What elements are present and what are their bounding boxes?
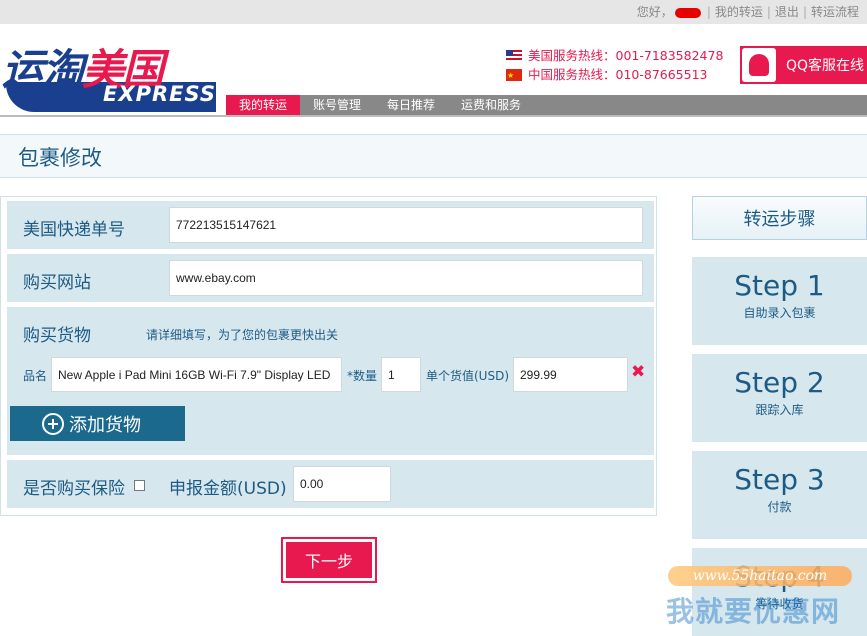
item-name-input[interactable]: New Apple i Pad Mini 16GB Wi-Fi 7.9" Dis… [51, 357, 342, 392]
step-card-1: Step 1 自助录入包裹 [692, 257, 867, 345]
step-card-3: Step 3 付款 [692, 451, 867, 539]
steps-heading: 转运步骤 [692, 196, 867, 240]
qty-input[interactable]: 1 [381, 357, 421, 392]
website-row: 购买网站 www.ebay.com [7, 254, 654, 302]
step-desc: 跟踪入库 [755, 403, 804, 417]
insurance-checkbox[interactable] [134, 480, 145, 491]
insurance-label: 是否购买保险 [23, 479, 125, 499]
declared-input[interactable]: 0.00 [293, 466, 391, 502]
tracking-input[interactable]: 772213515147621 [169, 207, 643, 243]
package-form: 美国快递单号 772213515147621 购买网站 www.ebay.com… [0, 196, 657, 516]
greeting-text: 您好， [636, 5, 673, 19]
add-goods-button[interactable]: 添加货物 [10, 406, 185, 441]
watermark-url: www.55haitao.com [668, 566, 852, 586]
separator: | [766, 5, 771, 19]
my-forwarding-link[interactable]: 我的转运 [715, 5, 763, 19]
declared-label: 申报金额(USD) [169, 479, 287, 499]
top-links: 您好， | 我的转运 | 退出 | 转运流程 [637, 3, 859, 20]
site-logo[interactable]: 运淘美国 EXPRESS [2, 30, 222, 118]
step-title: Step 1 [734, 269, 825, 302]
watermark-text: 我就要优惠网 [666, 595, 841, 628]
step-card-2: Step 2 跟踪入库 [692, 354, 867, 442]
top-bar: 您好， | 我的转运 | 退出 | 转运流程 [0, 0, 867, 24]
website-label: 购买网站 [23, 273, 91, 293]
main-nav: 我的转运 账号管理 每日推荐 运费和服务 [226, 95, 867, 115]
plus-circle-icon [42, 412, 64, 435]
website-input[interactable]: www.ebay.com [169, 260, 643, 296]
step-title: Step 2 [734, 366, 825, 399]
hotline-cn-text: 中国服务热线：010-87665513 [528, 67, 708, 82]
hotline-us: 美国服务热线：001-7183582478 [506, 46, 723, 65]
qq-label: QQ客服在线 [786, 58, 865, 74]
cn-flag-icon [506, 66, 522, 85]
unit-value-label: 单个货值(USD) [426, 369, 510, 383]
step-title: Step 3 [734, 463, 825, 496]
insurance-row: 是否购买保险 申报金额(USD) 0.00 [7, 460, 654, 508]
qq-penguin-icon [742, 48, 776, 82]
logo-text-part1: 运淘 [2, 45, 84, 94]
separator: | [706, 5, 711, 19]
page-title-bar: 包裹修改 [0, 134, 867, 178]
nav-item-daily[interactable]: 每日推荐 [374, 95, 448, 115]
tracking-row: 美国快递单号 772213515147621 [7, 201, 654, 249]
page-title: 包裹修改 [18, 146, 102, 170]
unit-value-input[interactable]: 299.99 [513, 357, 628, 392]
nav-divider [0, 115, 867, 117]
separator: | [802, 5, 807, 19]
hotline-us-text: 美国服务热线：001-7183582478 [528, 48, 724, 63]
add-goods-label: 添加货物 [69, 414, 141, 436]
us-flag-icon [506, 49, 522, 62]
next-step-button[interactable]: 下一步 [281, 537, 377, 583]
nav-item-account[interactable]: 账号管理 [300, 95, 374, 115]
nav-item-shipping[interactable]: 运费和服务 [448, 95, 534, 115]
next-step-label: 下一步 [286, 542, 372, 578]
item-name-label: 品名 [23, 369, 48, 383]
redacted-username [674, 7, 701, 18]
nav-item-my-forwarding[interactable]: 我的转运 [226, 95, 301, 115]
logout-link[interactable]: 退出 [775, 5, 799, 19]
step-desc: 付款 [767, 500, 792, 514]
tracking-label: 美国快递单号 [23, 220, 125, 240]
remove-item-icon[interactable]: ✖ [631, 362, 645, 382]
hotline-block: 美国服务热线：001-7183582478 中国服务热线：010-8766551… [506, 46, 723, 85]
logo-express: EXPRESS [103, 82, 216, 106]
hotline-cn: 中国服务热线：010-87665513 [506, 65, 723, 85]
qq-service-button[interactable]: QQ客服在线 [740, 46, 867, 84]
goods-hint: 请详细填写，为了您的包裹更快出关 [146, 328, 339, 342]
qty-label: *数量 [347, 369, 378, 383]
goods-label: 购买货物 [23, 326, 91, 346]
process-link[interactable]: 转运流程 [811, 5, 859, 19]
step-desc: 自助录入包裹 [743, 306, 816, 320]
